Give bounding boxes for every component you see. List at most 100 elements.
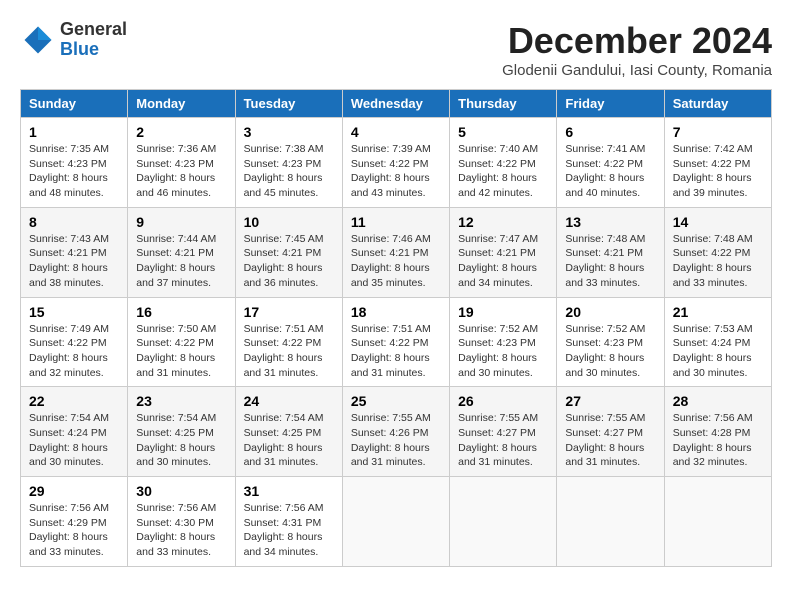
day-info: Sunrise: 7:54 AM Sunset: 4:25 PM Dayligh… <box>244 411 334 470</box>
header-tuesday: Tuesday <box>235 90 342 118</box>
day-number: 5 <box>458 124 548 140</box>
day-number: 16 <box>136 304 226 320</box>
page-header: General Blue December 2024 Glodenii Gand… <box>20 20 772 79</box>
calendar-cell: 16 Sunrise: 7:50 AM Sunset: 4:22 PM Dayl… <box>128 297 235 387</box>
calendar-cell: 28 Sunrise: 7:56 AM Sunset: 4:28 PM Dayl… <box>664 387 771 477</box>
day-info: Sunrise: 7:44 AM Sunset: 4:21 PM Dayligh… <box>136 232 226 291</box>
day-info: Sunrise: 7:54 AM Sunset: 4:25 PM Dayligh… <box>136 411 226 470</box>
day-info: Sunrise: 7:55 AM Sunset: 4:27 PM Dayligh… <box>458 411 548 470</box>
calendar-cell: 30 Sunrise: 7:56 AM Sunset: 4:30 PM Dayl… <box>128 477 235 567</box>
day-info: Sunrise: 7:36 AM Sunset: 4:23 PM Dayligh… <box>136 142 226 201</box>
day-number: 20 <box>565 304 655 320</box>
calendar-body: 1 Sunrise: 7:35 AM Sunset: 4:23 PM Dayli… <box>21 118 772 567</box>
calendar-week-row: 8 Sunrise: 7:43 AM Sunset: 4:21 PM Dayli… <box>21 207 772 297</box>
calendar-header: Sunday Monday Tuesday Wednesday Thursday… <box>21 90 772 118</box>
day-info: Sunrise: 7:56 AM Sunset: 4:29 PM Dayligh… <box>29 501 119 560</box>
calendar-cell: 2 Sunrise: 7:36 AM Sunset: 4:23 PM Dayli… <box>128 118 235 208</box>
day-number: 7 <box>673 124 763 140</box>
day-number: 1 <box>29 124 119 140</box>
header-thursday: Thursday <box>450 90 557 118</box>
calendar-cell: 26 Sunrise: 7:55 AM Sunset: 4:27 PM Dayl… <box>450 387 557 477</box>
day-info: Sunrise: 7:45 AM Sunset: 4:21 PM Dayligh… <box>244 232 334 291</box>
day-info: Sunrise: 7:50 AM Sunset: 4:22 PM Dayligh… <box>136 322 226 381</box>
calendar-cell: 17 Sunrise: 7:51 AM Sunset: 4:22 PM Dayl… <box>235 297 342 387</box>
calendar-cell: 4 Sunrise: 7:39 AM Sunset: 4:22 PM Dayli… <box>342 118 449 208</box>
day-number: 31 <box>244 483 334 499</box>
calendar-cell: 18 Sunrise: 7:51 AM Sunset: 4:22 PM Dayl… <box>342 297 449 387</box>
calendar-week-row: 22 Sunrise: 7:54 AM Sunset: 4:24 PM Dayl… <box>21 387 772 477</box>
calendar-cell <box>450 477 557 567</box>
day-info: Sunrise: 7:55 AM Sunset: 4:27 PM Dayligh… <box>565 411 655 470</box>
calendar-cell: 21 Sunrise: 7:53 AM Sunset: 4:24 PM Dayl… <box>664 297 771 387</box>
calendar-cell: 27 Sunrise: 7:55 AM Sunset: 4:27 PM Dayl… <box>557 387 664 477</box>
day-info: Sunrise: 7:51 AM Sunset: 4:22 PM Dayligh… <box>244 322 334 381</box>
day-info: Sunrise: 7:52 AM Sunset: 4:23 PM Dayligh… <box>565 322 655 381</box>
day-info: Sunrise: 7:54 AM Sunset: 4:24 PM Dayligh… <box>29 411 119 470</box>
logo-general-text: General <box>60 20 127 40</box>
calendar-cell <box>664 477 771 567</box>
calendar-cell: 13 Sunrise: 7:48 AM Sunset: 4:21 PM Dayl… <box>557 207 664 297</box>
day-number: 21 <box>673 304 763 320</box>
calendar-cell: 23 Sunrise: 7:54 AM Sunset: 4:25 PM Dayl… <box>128 387 235 477</box>
day-info: Sunrise: 7:40 AM Sunset: 4:22 PM Dayligh… <box>458 142 548 201</box>
calendar-week-row: 15 Sunrise: 7:49 AM Sunset: 4:22 PM Dayl… <box>21 297 772 387</box>
day-info: Sunrise: 7:43 AM Sunset: 4:21 PM Dayligh… <box>29 232 119 291</box>
calendar-cell: 6 Sunrise: 7:41 AM Sunset: 4:22 PM Dayli… <box>557 118 664 208</box>
calendar-cell: 19 Sunrise: 7:52 AM Sunset: 4:23 PM Dayl… <box>450 297 557 387</box>
day-number: 10 <box>244 214 334 230</box>
calendar-cell: 24 Sunrise: 7:54 AM Sunset: 4:25 PM Dayl… <box>235 387 342 477</box>
day-number: 4 <box>351 124 441 140</box>
day-info: Sunrise: 7:48 AM Sunset: 4:22 PM Dayligh… <box>673 232 763 291</box>
calendar-cell: 5 Sunrise: 7:40 AM Sunset: 4:22 PM Dayli… <box>450 118 557 208</box>
calendar-week-row: 29 Sunrise: 7:56 AM Sunset: 4:29 PM Dayl… <box>21 477 772 567</box>
day-number: 30 <box>136 483 226 499</box>
day-info: Sunrise: 7:48 AM Sunset: 4:21 PM Dayligh… <box>565 232 655 291</box>
day-info: Sunrise: 7:55 AM Sunset: 4:26 PM Dayligh… <box>351 411 441 470</box>
day-number: 27 <box>565 393 655 409</box>
day-number: 3 <box>244 124 334 140</box>
calendar-cell <box>557 477 664 567</box>
logo: General Blue <box>20 20 127 60</box>
day-info: Sunrise: 7:46 AM Sunset: 4:21 PM Dayligh… <box>351 232 441 291</box>
logo-icon <box>20 22 56 58</box>
day-info: Sunrise: 7:56 AM Sunset: 4:31 PM Dayligh… <box>244 501 334 560</box>
day-number: 13 <box>565 214 655 230</box>
day-number: 8 <box>29 214 119 230</box>
header-sunday: Sunday <box>21 90 128 118</box>
day-number: 22 <box>29 393 119 409</box>
day-number: 12 <box>458 214 548 230</box>
day-info: Sunrise: 7:49 AM Sunset: 4:22 PM Dayligh… <box>29 322 119 381</box>
day-info: Sunrise: 7:39 AM Sunset: 4:22 PM Dayligh… <box>351 142 441 201</box>
calendar-cell: 8 Sunrise: 7:43 AM Sunset: 4:21 PM Dayli… <box>21 207 128 297</box>
day-info: Sunrise: 7:38 AM Sunset: 4:23 PM Dayligh… <box>244 142 334 201</box>
calendar-cell: 10 Sunrise: 7:45 AM Sunset: 4:21 PM Dayl… <box>235 207 342 297</box>
day-number: 2 <box>136 124 226 140</box>
day-number: 14 <box>673 214 763 230</box>
day-info: Sunrise: 7:51 AM Sunset: 4:22 PM Dayligh… <box>351 322 441 381</box>
day-number: 15 <box>29 304 119 320</box>
day-info: Sunrise: 7:52 AM Sunset: 4:23 PM Dayligh… <box>458 322 548 381</box>
header-wednesday: Wednesday <box>342 90 449 118</box>
calendar-cell: 7 Sunrise: 7:42 AM Sunset: 4:22 PM Dayli… <box>664 118 771 208</box>
day-number: 19 <box>458 304 548 320</box>
header-monday: Monday <box>128 90 235 118</box>
day-number: 17 <box>244 304 334 320</box>
calendar-cell: 9 Sunrise: 7:44 AM Sunset: 4:21 PM Dayli… <box>128 207 235 297</box>
title-block: December 2024 Glodenii Gandului, Iasi Co… <box>502 20 772 79</box>
calendar-cell: 15 Sunrise: 7:49 AM Sunset: 4:22 PM Dayl… <box>21 297 128 387</box>
day-info: Sunrise: 7:56 AM Sunset: 4:30 PM Dayligh… <box>136 501 226 560</box>
day-number: 25 <box>351 393 441 409</box>
calendar-cell <box>342 477 449 567</box>
day-info: Sunrise: 7:53 AM Sunset: 4:24 PM Dayligh… <box>673 322 763 381</box>
day-info: Sunrise: 7:42 AM Sunset: 4:22 PM Dayligh… <box>673 142 763 201</box>
header-saturday: Saturday <box>664 90 771 118</box>
day-number: 24 <box>244 393 334 409</box>
day-info: Sunrise: 7:56 AM Sunset: 4:28 PM Dayligh… <box>673 411 763 470</box>
day-number: 11 <box>351 214 441 230</box>
calendar-cell: 31 Sunrise: 7:56 AM Sunset: 4:31 PM Dayl… <box>235 477 342 567</box>
day-number: 28 <box>673 393 763 409</box>
day-number: 26 <box>458 393 548 409</box>
day-info: Sunrise: 7:35 AM Sunset: 4:23 PM Dayligh… <box>29 142 119 201</box>
logo-blue-text: Blue <box>60 40 127 60</box>
day-number: 9 <box>136 214 226 230</box>
